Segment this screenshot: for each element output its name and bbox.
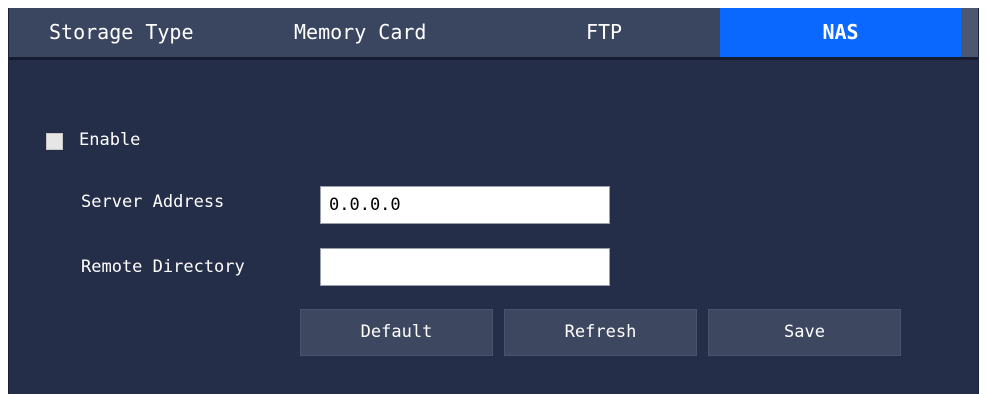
enable-label: Enable: [79, 130, 141, 150]
default-button[interactable]: Default: [300, 309, 493, 356]
tab-ftp[interactable]: FTP: [574, 8, 634, 57]
refresh-button[interactable]: Refresh: [504, 309, 697, 356]
remote-directory-input[interactable]: [320, 248, 610, 286]
server-address-input[interactable]: [320, 186, 610, 224]
tab-nas[interactable]: NAS: [720, 8, 961, 57]
nas-settings-panel: Storage Type Memory Card FTP NAS Enable …: [8, 8, 979, 394]
remote-directory-label: Remote Directory: [81, 257, 245, 277]
save-button[interactable]: Save: [708, 309, 901, 356]
enable-checkbox[interactable]: [46, 133, 63, 150]
server-address-label: Server Address: [81, 192, 225, 212]
storage-tabs: Storage Type Memory Card FTP NAS: [9, 8, 978, 60]
tab-bar-end: [961, 8, 978, 57]
tab-memory-card[interactable]: Memory Card: [294, 8, 426, 57]
tab-storage-type[interactable]: Storage Type: [49, 8, 194, 57]
